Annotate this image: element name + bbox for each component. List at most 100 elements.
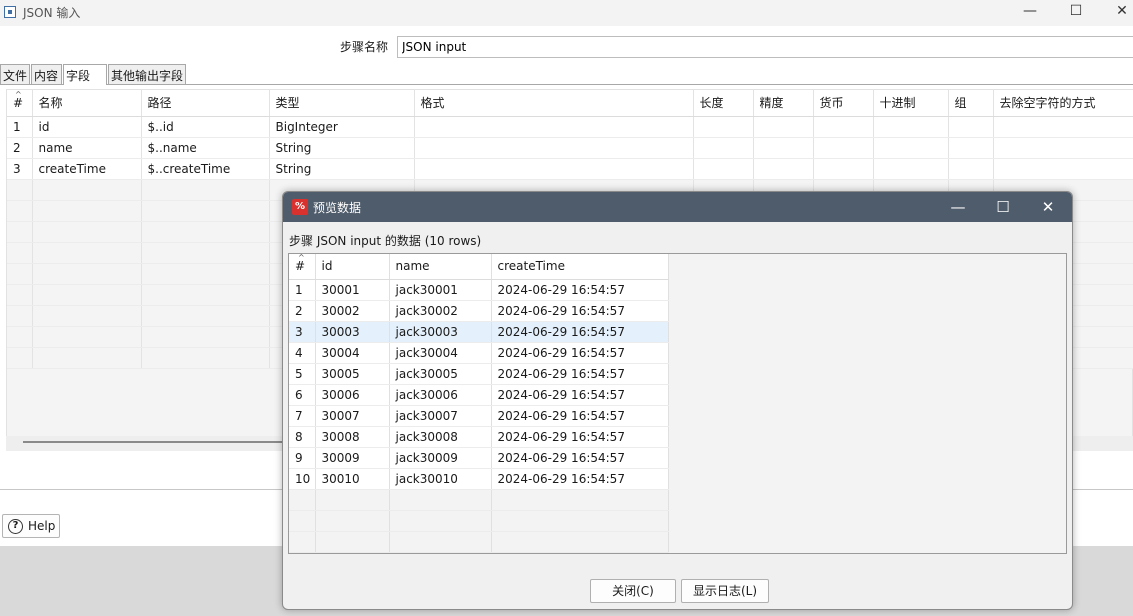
cell-createtime[interactable]: 2024-06-29 16:54:57 (491, 447, 669, 469)
cell-path[interactable]: $..id (141, 116, 270, 138)
table-row[interactable]: 2 name $..name String (7, 137, 1133, 159)
cell-name[interactable]: jack30004 (389, 342, 492, 364)
tab-content[interactable]: 内容 (31, 64, 62, 84)
cell-id[interactable]: 30009 (315, 447, 390, 469)
cell-id[interactable]: 30008 (315, 426, 390, 448)
col-header-length[interactable]: 长度 (693, 90, 754, 117)
cell-group[interactable] (948, 116, 994, 138)
col-header-id[interactable]: id (315, 254, 390, 280)
cell-id[interactable]: 30003 (315, 321, 390, 343)
col-header-precision[interactable]: 精度 (753, 90, 814, 117)
cell-length[interactable] (693, 116, 754, 138)
cell-type[interactable]: BigInteger (269, 116, 415, 138)
col-header-name[interactable]: 名称 (32, 90, 142, 117)
cell-createtime[interactable]: 2024-06-29 16:54:57 (491, 384, 669, 406)
help-button[interactable]: ? Help (2, 514, 60, 538)
show-log-button[interactable]: 显示日志(L) (681, 579, 769, 603)
cell-group[interactable] (948, 158, 994, 180)
cell-id[interactable]: 30005 (315, 363, 390, 385)
dialog-minimize-button[interactable]: — (936, 194, 980, 220)
cell-createtime[interactable]: 2024-06-29 16:54:57 (491, 300, 669, 322)
cell-decimal[interactable] (873, 137, 949, 159)
col-header-format[interactable]: 格式 (414, 90, 694, 117)
table-row[interactable]: 7 30007 jack30007 2024-06-29 16:54:57 (289, 405, 669, 427)
step-name-input[interactable] (397, 36, 1133, 58)
cell-id[interactable]: 30006 (315, 384, 390, 406)
cell-length[interactable] (693, 137, 754, 159)
table-row[interactable]: 6 30006 jack30006 2024-06-29 16:54:57 (289, 384, 669, 406)
col-header-decimal[interactable]: 十进制 (873, 90, 949, 117)
cell-name[interactable]: jack30006 (389, 384, 492, 406)
tab-file[interactable]: 文件 (0, 64, 30, 84)
cell-length[interactable] (693, 158, 754, 180)
cell-id[interactable]: 30002 (315, 300, 390, 322)
cell-name[interactable]: jack30001 (389, 279, 492, 301)
cell-format[interactable] (414, 137, 694, 159)
table-row[interactable]: 4 30004 jack30004 2024-06-29 16:54:57 (289, 342, 669, 364)
cell-currency[interactable] (813, 158, 874, 180)
table-row[interactable]: 10 30010 jack30010 2024-06-29 16:54:57 (289, 468, 669, 490)
dialog-close-button[interactable]: ✕ (1026, 194, 1070, 220)
table-row[interactable]: 1 30001 jack30001 2024-06-29 16:54:57 (289, 279, 669, 301)
cell-id[interactable]: 30010 (315, 468, 390, 490)
col-header-group[interactable]: 组 (948, 90, 994, 117)
cell-group[interactable] (948, 137, 994, 159)
cell-id[interactable]: 30007 (315, 405, 390, 427)
cell-type[interactable]: String (269, 158, 415, 180)
cell-currency[interactable] (813, 116, 874, 138)
cell-name[interactable]: id (32, 116, 142, 138)
minimize-button[interactable]: — (1007, 0, 1053, 24)
cell-createtime[interactable]: 2024-06-29 16:54:57 (491, 468, 669, 490)
cell-decimal[interactable] (873, 158, 949, 180)
cell-type[interactable]: String (269, 137, 415, 159)
tab-fields[interactable]: 字段 (63, 64, 107, 85)
cell-name[interactable]: jack30009 (389, 447, 492, 469)
cell-name[interactable]: name (32, 137, 142, 159)
tab-extra-output-fields[interactable]: 其他输出字段 (108, 64, 186, 84)
table-row[interactable]: 9 30009 jack30009 2024-06-29 16:54:57 (289, 447, 669, 469)
maximize-button[interactable]: ☐ (1053, 0, 1099, 24)
col-header-trim-type[interactable]: 去除空字符的方式 (993, 90, 1133, 117)
cell-name[interactable]: jack30010 (389, 468, 492, 490)
dialog-maximize-button[interactable]: ☐ (981, 194, 1025, 220)
cell-createtime[interactable]: 2024-06-29 16:54:57 (491, 405, 669, 427)
col-header-path[interactable]: 路径 (141, 90, 270, 117)
cell-name[interactable]: jack30002 (389, 300, 492, 322)
cell-path[interactable]: $..createTime (141, 158, 270, 180)
close-button[interactable]: ✕ (1099, 0, 1133, 24)
col-header-currency[interactable]: 货币 (813, 90, 874, 117)
cell-createtime[interactable]: 2024-06-29 16:54:57 (491, 342, 669, 364)
table-row-selected[interactable]: 3 30003 jack30003 2024-06-29 16:54:57 (289, 321, 669, 343)
cell-createtime[interactable]: 2024-06-29 16:54:57 (491, 279, 669, 301)
table-row[interactable]: 2 30002 jack30002 2024-06-29 16:54:57 (289, 300, 669, 322)
table-row[interactable]: 1 id $..id BigInteger (7, 116, 1133, 138)
cell-createtime[interactable]: 2024-06-29 16:54:57 (491, 321, 669, 343)
col-header-createtime[interactable]: createTime (491, 254, 669, 280)
col-header-type[interactable]: 类型 (269, 90, 415, 117)
cell-createtime[interactable]: 2024-06-29 16:54:57 (491, 363, 669, 385)
table-row[interactable]: 8 30008 jack30008 2024-06-29 16:54:57 (289, 426, 669, 448)
cell-decimal[interactable] (873, 116, 949, 138)
cell-precision[interactable] (753, 116, 814, 138)
cell-createtime[interactable]: 2024-06-29 16:54:57 (491, 426, 669, 448)
scrollbar-thumb[interactable] (23, 441, 293, 443)
col-header-name[interactable]: name (389, 254, 492, 280)
table-row[interactable]: 5 30005 jack30005 2024-06-29 16:54:57 (289, 363, 669, 385)
cell-name[interactable]: jack30003 (389, 321, 492, 343)
cell-precision[interactable] (753, 158, 814, 180)
cell-trim-type[interactable] (993, 158, 1133, 180)
cell-trim-type[interactable] (993, 116, 1133, 138)
cell-precision[interactable] (753, 137, 814, 159)
cell-id[interactable]: 30001 (315, 279, 390, 301)
cell-trim-type[interactable] (993, 137, 1133, 159)
table-row[interactable]: 3 createTime $..createTime String (7, 158, 1133, 180)
cell-id[interactable]: 30004 (315, 342, 390, 364)
cell-name[interactable]: jack30005 (389, 363, 492, 385)
cell-path[interactable]: $..name (141, 137, 270, 159)
cell-name[interactable]: jack30008 (389, 426, 492, 448)
close-dialog-button[interactable]: 关闭(C) (590, 579, 676, 603)
cell-name[interactable]: jack30007 (389, 405, 492, 427)
cell-currency[interactable] (813, 137, 874, 159)
cell-format[interactable] (414, 116, 694, 138)
cell-format[interactable] (414, 158, 694, 180)
